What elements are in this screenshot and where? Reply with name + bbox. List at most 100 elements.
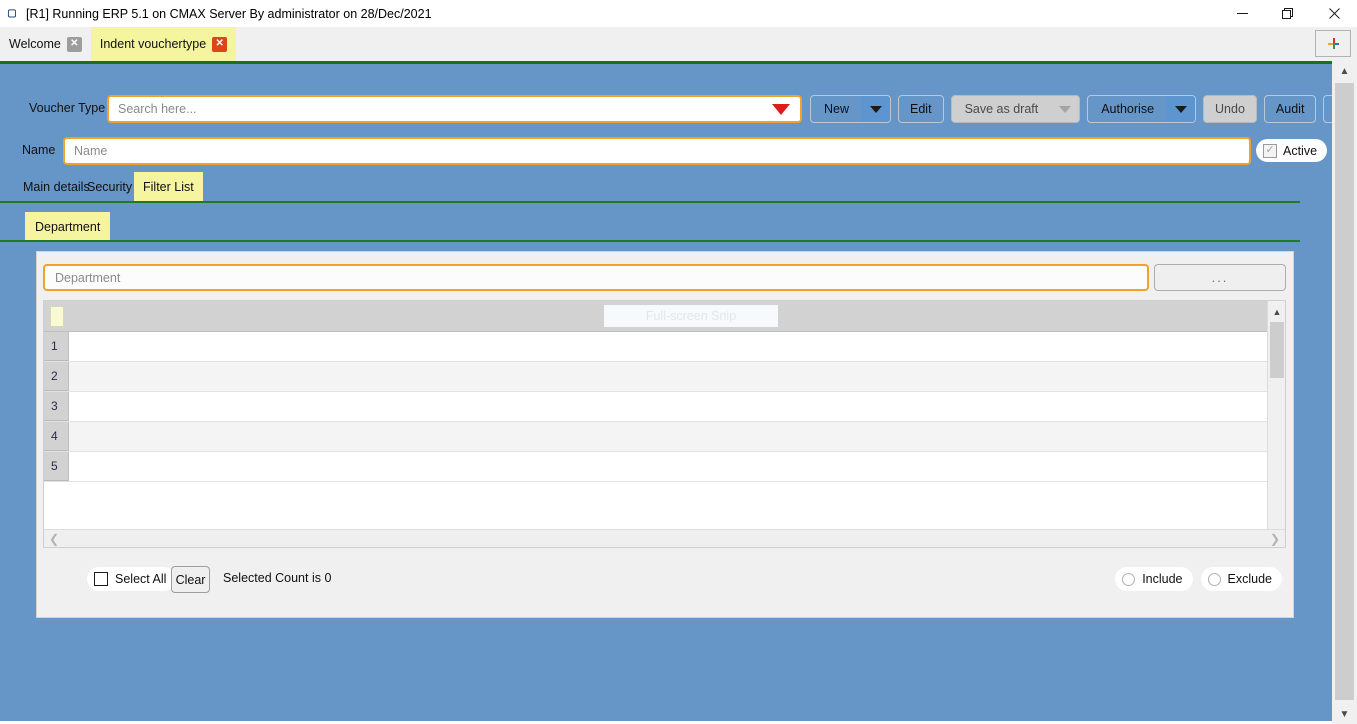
include-radio[interactable]: Include: [1115, 567, 1193, 591]
table-row[interactable]: 1: [44, 332, 1285, 362]
chevron-down-icon[interactable]: ▼: [1332, 704, 1357, 724]
save-as-draft-button[interactable]: Save as draft: [950, 95, 1081, 123]
new-button-label: New: [824, 102, 850, 116]
include-exclude-radio-group: Include Exclude: [1115, 567, 1282, 591]
close-button[interactable]: [1311, 0, 1357, 27]
select-all-label: Select All: [115, 572, 167, 586]
grid-header-row: Department: [44, 301, 1285, 332]
radio-icon: [1207, 572, 1221, 586]
chevron-down-icon: [1058, 105, 1071, 113]
clear-button[interactable]: Clear: [171, 566, 210, 593]
tab-welcome[interactable]: Welcome ✕: [0, 27, 91, 61]
action-toolbar: New Edit Save as draft Authorise Undo Au…: [810, 95, 1357, 123]
save-as-draft-button-label: Save as draft: [964, 102, 1039, 116]
edit-button[interactable]: Edit: [898, 95, 944, 123]
close-icon[interactable]: ✕: [212, 36, 228, 52]
selected-count-text: Selected Count is 0: [223, 571, 332, 585]
grid-vscroll-thumb[interactable]: [1270, 322, 1284, 378]
department-search-input[interactable]: Department: [43, 264, 1149, 291]
clear-button-label: Clear: [175, 572, 206, 587]
voucher-type-search-input[interactable]: Search here...: [107, 95, 802, 123]
app-window-icon: ▢: [7, 8, 17, 19]
window-vertical-scrollbar[interactable]: ▲ ▼: [1332, 61, 1357, 724]
grid-vertical-scrollbar[interactable]: ▲ ▼: [1267, 301, 1285, 547]
row-cell-department[interactable]: [69, 332, 1285, 361]
chevron-down-icon: [1174, 105, 1187, 113]
window-vscroll-thumb[interactable]: [1335, 83, 1354, 700]
active-checkbox[interactable]: ✓ Active: [1256, 139, 1328, 162]
tab-bar-underline: [0, 201, 1300, 203]
tab-indent-vouchertype[interactable]: Indent vouchertype ✕: [90, 27, 237, 61]
department-browse-button[interactable]: ...: [1154, 264, 1286, 291]
new-button[interactable]: New: [810, 95, 892, 123]
grid-footer-controls: Select All Clear Selected Count is 0 Inc…: [37, 566, 1293, 597]
undo-button-label: Undo: [1215, 102, 1245, 116]
plus-icon: [1327, 38, 1339, 49]
tab-filter-list-label: Filter List: [143, 179, 194, 194]
name-input-placeholder: Name: [74, 144, 108, 158]
maximize-restore-button[interactable]: [1265, 0, 1311, 27]
row-number: 1: [44, 332, 69, 361]
close-icon[interactable]: ✕: [66, 36, 82, 52]
undo-button[interactable]: Undo: [1203, 95, 1257, 123]
select-all-checkbox[interactable]: Select All: [87, 567, 177, 591]
grid-body: 1 2 3 4 5: [44, 332, 1285, 482]
tab-indent-vouchertype-label: Indent vouchertype: [99, 37, 207, 51]
table-row[interactable]: 4: [44, 422, 1285, 452]
save-as-draft-dropdown-toggle[interactable]: [1050, 96, 1080, 122]
tab-security-label: Security: [87, 179, 133, 194]
row-cell-department[interactable]: [69, 392, 1285, 421]
department-filter-card: Department ... Department 1 2 3 4 5 Full…: [36, 251, 1294, 618]
subtab-department[interactable]: Department: [25, 212, 111, 241]
edit-button-label: Edit: [910, 102, 932, 116]
name-label: Name: [22, 143, 56, 157]
department-browse-button-label: ...: [1211, 270, 1229, 285]
chevron-left-icon[interactable]: ❮: [44, 532, 64, 546]
authorise-button-label: Authorise: [1101, 102, 1155, 116]
tab-filter-list[interactable]: Filter List: [134, 172, 203, 201]
row-number: 4: [44, 422, 69, 451]
voucher-type-row: Voucher Type Search here... New Edit Sav…: [0, 93, 1357, 127]
exclude-radio[interactable]: Exclude: [1200, 567, 1282, 591]
voucher-type-label: Voucher Type: [29, 101, 106, 115]
chevron-up-icon[interactable]: ▲: [1268, 303, 1285, 320]
window-title: [R1] Running ERP 5.1 on CMAX Server By a…: [26, 6, 432, 21]
subtab-underline: [0, 240, 1300, 242]
application-window: ▢ [R1] Running ERP 5.1 on CMAX Server By…: [0, 0, 1357, 724]
grid-column-header-department[interactable]: Department: [44, 301, 1269, 332]
audit-button[interactable]: Audit: [1263, 95, 1317, 123]
grid-horizontal-scrollbar[interactable]: ❮ ❯: [44, 529, 1285, 547]
form-tab-bar: Main details Security Filter List: [0, 172, 1332, 202]
table-row[interactable]: 5: [44, 452, 1285, 482]
main-content-area: Voucher Type Search here... New Edit Sav…: [0, 61, 1357, 724]
form-panel: Voucher Type Search here... New Edit Sav…: [0, 64, 1357, 721]
table-row[interactable]: 3: [44, 392, 1285, 422]
name-row: Name Name ✓ Active: [0, 135, 1332, 167]
active-checkbox-label: Active: [1283, 143, 1318, 158]
new-dropdown-toggle[interactable]: [861, 96, 891, 122]
authorise-dropdown-toggle[interactable]: [1166, 96, 1196, 122]
row-cell-department[interactable]: [69, 452, 1285, 481]
window-controls: [1219, 0, 1357, 27]
add-tab-button[interactable]: [1315, 30, 1351, 57]
document-tab-strip: Welcome ✕ Indent vouchertype ✕: [0, 27, 1357, 61]
row-number: 5: [44, 452, 69, 481]
table-row[interactable]: 2: [44, 362, 1285, 392]
tab-security[interactable]: Security: [78, 172, 141, 201]
row-cell-department[interactable]: [69, 422, 1285, 451]
tab-welcome-label: Welcome: [9, 37, 61, 51]
row-number: 2: [44, 362, 69, 391]
row-number: 3: [44, 392, 69, 421]
exclude-radio-label: Exclude: [1227, 572, 1272, 586]
chevron-right-icon[interactable]: ❯: [1265, 532, 1285, 546]
include-radio-label: Include: [1142, 572, 1183, 586]
name-input[interactable]: Name: [63, 137, 1251, 165]
authorise-button[interactable]: Authorise: [1087, 95, 1197, 123]
caret-down-icon[interactable]: [772, 103, 790, 115]
minimize-button[interactable]: [1219, 0, 1265, 27]
department-grid: Department 1 2 3 4 5 Full-screen Snip ▲ …: [43, 300, 1286, 548]
chevron-up-icon[interactable]: ▲: [1332, 61, 1357, 81]
subtab-department-label: Department: [35, 219, 101, 234]
department-search-placeholder: Department: [55, 270, 121, 285]
row-cell-department[interactable]: [69, 362, 1285, 391]
